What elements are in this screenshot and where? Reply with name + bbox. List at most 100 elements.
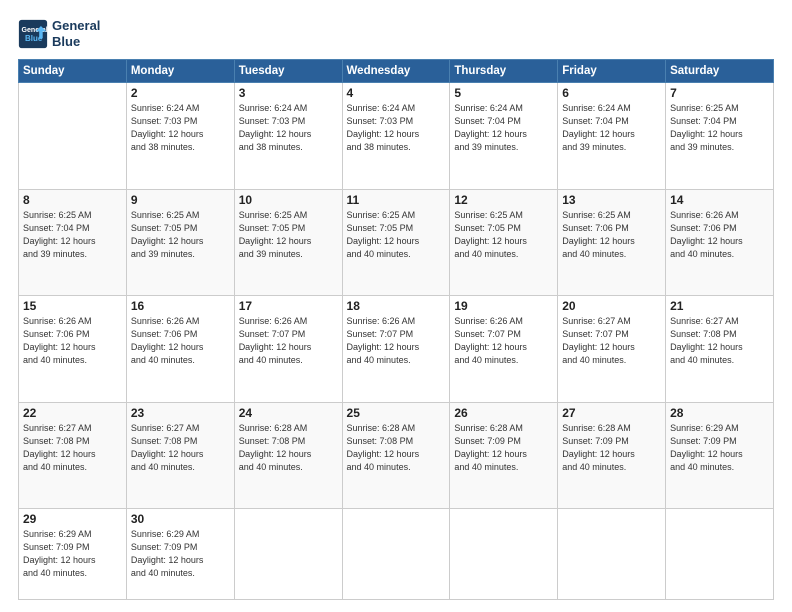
calendar-cell: 17 Sunrise: 6:26 AMSunset: 7:07 PMDaylig…	[234, 296, 342, 402]
day-number: 23	[131, 406, 230, 420]
calendar-cell: 18 Sunrise: 6:26 AMSunset: 7:07 PMDaylig…	[342, 296, 450, 402]
calendar-cell	[558, 509, 666, 600]
day-info: Sunrise: 6:26 AMSunset: 7:06 PMDaylight:…	[670, 210, 743, 259]
day-info: Sunrise: 6:24 AMSunset: 7:03 PMDaylight:…	[131, 103, 204, 152]
weekday-header-saturday: Saturday	[666, 60, 774, 83]
day-number: 21	[670, 299, 769, 313]
day-info: Sunrise: 6:25 AMSunset: 7:05 PMDaylight:…	[131, 210, 204, 259]
day-info: Sunrise: 6:27 AMSunset: 7:08 PMDaylight:…	[670, 316, 743, 365]
calendar-cell: 16 Sunrise: 6:26 AMSunset: 7:06 PMDaylig…	[126, 296, 234, 402]
day-number: 7	[670, 86, 769, 100]
day-info: Sunrise: 6:25 AMSunset: 7:04 PMDaylight:…	[23, 210, 96, 259]
day-number: 11	[347, 193, 446, 207]
calendar-cell: 28 Sunrise: 6:29 AMSunset: 7:09 PMDaylig…	[666, 402, 774, 508]
day-info: Sunrise: 6:28 AMSunset: 7:09 PMDaylight:…	[454, 423, 527, 472]
day-info: Sunrise: 6:25 AMSunset: 7:04 PMDaylight:…	[670, 103, 743, 152]
day-info: Sunrise: 6:24 AMSunset: 7:04 PMDaylight:…	[454, 103, 527, 152]
calendar-week-3: 15 Sunrise: 6:26 AMSunset: 7:06 PMDaylig…	[19, 296, 774, 402]
calendar-week-2: 8 Sunrise: 6:25 AMSunset: 7:04 PMDayligh…	[19, 189, 774, 295]
calendar-cell	[450, 509, 558, 600]
day-number: 15	[23, 299, 122, 313]
calendar-cell	[19, 83, 127, 189]
calendar-cell: 5 Sunrise: 6:24 AMSunset: 7:04 PMDayligh…	[450, 83, 558, 189]
day-info: Sunrise: 6:26 AMSunset: 7:06 PMDaylight:…	[23, 316, 96, 365]
header: General Blue General Blue	[18, 18, 774, 49]
weekday-header-sunday: Sunday	[19, 60, 127, 83]
day-number: 30	[131, 512, 230, 526]
calendar-week-5: 29 Sunrise: 6:29 AMSunset: 7:09 PMDaylig…	[19, 509, 774, 600]
calendar-cell: 27 Sunrise: 6:28 AMSunset: 7:09 PMDaylig…	[558, 402, 666, 508]
calendar-cell: 3 Sunrise: 6:24 AMSunset: 7:03 PMDayligh…	[234, 83, 342, 189]
day-number: 24	[239, 406, 338, 420]
day-number: 20	[562, 299, 661, 313]
day-number: 28	[670, 406, 769, 420]
day-info: Sunrise: 6:26 AMSunset: 7:07 PMDaylight:…	[347, 316, 420, 365]
day-info: Sunrise: 6:25 AMSunset: 7:05 PMDaylight:…	[454, 210, 527, 259]
day-number: 9	[131, 193, 230, 207]
calendar-week-1: 2 Sunrise: 6:24 AMSunset: 7:03 PMDayligh…	[19, 83, 774, 189]
calendar-week-4: 22 Sunrise: 6:27 AMSunset: 7:08 PMDaylig…	[19, 402, 774, 508]
day-number: 17	[239, 299, 338, 313]
calendar-cell: 26 Sunrise: 6:28 AMSunset: 7:09 PMDaylig…	[450, 402, 558, 508]
day-info: Sunrise: 6:25 AMSunset: 7:05 PMDaylight:…	[347, 210, 420, 259]
calendar-cell	[234, 509, 342, 600]
day-info: Sunrise: 6:24 AMSunset: 7:03 PMDaylight:…	[239, 103, 312, 152]
day-info: Sunrise: 6:28 AMSunset: 7:08 PMDaylight:…	[347, 423, 420, 472]
page: General Blue General Blue SundayMondayTu…	[0, 0, 792, 612]
calendar-cell: 10 Sunrise: 6:25 AMSunset: 7:05 PMDaylig…	[234, 189, 342, 295]
weekday-header-friday: Friday	[558, 60, 666, 83]
day-info: Sunrise: 6:27 AMSunset: 7:08 PMDaylight:…	[131, 423, 204, 472]
day-number: 29	[23, 512, 122, 526]
day-number: 2	[131, 86, 230, 100]
day-info: Sunrise: 6:26 AMSunset: 7:07 PMDaylight:…	[239, 316, 312, 365]
weekday-header-row: SundayMondayTuesdayWednesdayThursdayFrid…	[19, 60, 774, 83]
calendar-cell: 2 Sunrise: 6:24 AMSunset: 7:03 PMDayligh…	[126, 83, 234, 189]
calendar-table: SundayMondayTuesdayWednesdayThursdayFrid…	[18, 59, 774, 600]
day-number: 14	[670, 193, 769, 207]
weekday-header-thursday: Thursday	[450, 60, 558, 83]
day-info: Sunrise: 6:29 AMSunset: 7:09 PMDaylight:…	[670, 423, 743, 472]
calendar-cell: 20 Sunrise: 6:27 AMSunset: 7:07 PMDaylig…	[558, 296, 666, 402]
weekday-header-wednesday: Wednesday	[342, 60, 450, 83]
day-info: Sunrise: 6:29 AMSunset: 7:09 PMDaylight:…	[23, 529, 96, 578]
day-info: Sunrise: 6:27 AMSunset: 7:07 PMDaylight:…	[562, 316, 635, 365]
calendar-cell: 29 Sunrise: 6:29 AMSunset: 7:09 PMDaylig…	[19, 509, 127, 600]
day-number: 13	[562, 193, 661, 207]
calendar-cell: 4 Sunrise: 6:24 AMSunset: 7:03 PMDayligh…	[342, 83, 450, 189]
weekday-header-tuesday: Tuesday	[234, 60, 342, 83]
calendar-cell: 12 Sunrise: 6:25 AMSunset: 7:05 PMDaylig…	[450, 189, 558, 295]
weekday-header-monday: Monday	[126, 60, 234, 83]
day-number: 16	[131, 299, 230, 313]
day-number: 8	[23, 193, 122, 207]
day-info: Sunrise: 6:26 AMSunset: 7:06 PMDaylight:…	[131, 316, 204, 365]
day-number: 22	[23, 406, 122, 420]
calendar-cell: 7 Sunrise: 6:25 AMSunset: 7:04 PMDayligh…	[666, 83, 774, 189]
calendar-cell	[342, 509, 450, 600]
day-info: Sunrise: 6:28 AMSunset: 7:09 PMDaylight:…	[562, 423, 635, 472]
calendar-cell: 15 Sunrise: 6:26 AMSunset: 7:06 PMDaylig…	[19, 296, 127, 402]
calendar-cell: 14 Sunrise: 6:26 AMSunset: 7:06 PMDaylig…	[666, 189, 774, 295]
day-number: 19	[454, 299, 553, 313]
calendar-cell: 21 Sunrise: 6:27 AMSunset: 7:08 PMDaylig…	[666, 296, 774, 402]
day-number: 25	[347, 406, 446, 420]
calendar-cell: 30 Sunrise: 6:29 AMSunset: 7:09 PMDaylig…	[126, 509, 234, 600]
day-info: Sunrise: 6:25 AMSunset: 7:06 PMDaylight:…	[562, 210, 635, 259]
day-info: Sunrise: 6:24 AMSunset: 7:04 PMDaylight:…	[562, 103, 635, 152]
logo: General Blue General Blue	[18, 18, 100, 49]
day-number: 4	[347, 86, 446, 100]
day-number: 5	[454, 86, 553, 100]
calendar-cell: 23 Sunrise: 6:27 AMSunset: 7:08 PMDaylig…	[126, 402, 234, 508]
day-info: Sunrise: 6:27 AMSunset: 7:08 PMDaylight:…	[23, 423, 96, 472]
calendar-cell: 19 Sunrise: 6:26 AMSunset: 7:07 PMDaylig…	[450, 296, 558, 402]
logo-text: General Blue	[52, 18, 100, 49]
day-info: Sunrise: 6:24 AMSunset: 7:03 PMDaylight:…	[347, 103, 420, 152]
day-info: Sunrise: 6:29 AMSunset: 7:09 PMDaylight:…	[131, 529, 204, 578]
day-number: 6	[562, 86, 661, 100]
calendar-cell: 11 Sunrise: 6:25 AMSunset: 7:05 PMDaylig…	[342, 189, 450, 295]
calendar-cell	[666, 509, 774, 600]
day-info: Sunrise: 6:25 AMSunset: 7:05 PMDaylight:…	[239, 210, 312, 259]
day-number: 18	[347, 299, 446, 313]
day-number: 3	[239, 86, 338, 100]
day-number: 27	[562, 406, 661, 420]
logo-icon: General Blue	[18, 19, 48, 49]
